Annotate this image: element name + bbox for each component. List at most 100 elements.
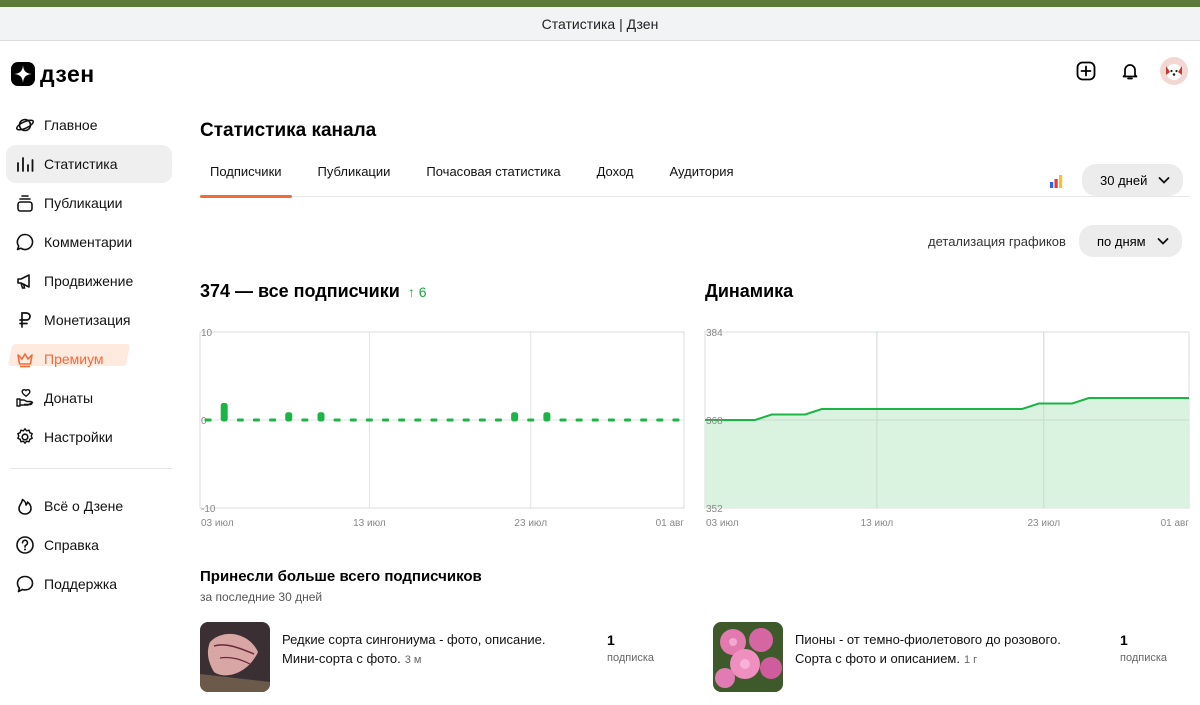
sidebar-item-premium[interactable]: Премиум <box>6 340 172 378</box>
bar <box>575 418 583 422</box>
sidebar-item-promotion[interactable]: Продвижение <box>6 262 172 300</box>
bar <box>446 418 454 422</box>
sidebar-item-label: Премиум <box>44 351 104 367</box>
bar <box>672 418 680 422</box>
bar <box>333 418 341 422</box>
sidebar-item-monetization[interactable]: Монетизация <box>6 301 172 339</box>
add-button[interactable] <box>1072 57 1100 85</box>
logo-text: дзен <box>40 61 95 87</box>
tab-audience[interactable]: Аудитория <box>660 156 744 197</box>
bar <box>414 418 422 422</box>
best-posts-title: Принесли больше всего подписчиков <box>200 568 482 585</box>
bar <box>656 418 664 422</box>
header-actions <box>1072 57 1188 85</box>
megaphone-icon <box>15 271 35 291</box>
sidebar-item-help[interactable]: Справка <box>6 526 172 564</box>
detail-select[interactable]: по дням <box>1079 225 1182 257</box>
sidebar: Главное Статистика Публикации Комментари… <box>0 106 180 604</box>
page-title: Статистика канала <box>200 120 377 141</box>
add-icon <box>1076 61 1096 81</box>
bar <box>269 418 277 422</box>
post-text-wrap: Редкие сорта сингониума - фото, описание… <box>282 630 582 692</box>
tab-income[interactable]: Доход <box>587 156 644 197</box>
period-value: 30 дней <box>1100 172 1148 188</box>
subscribers-chart-title: 374 — все подписчики ↑ 6 <box>200 281 427 302</box>
x-tick-label: 13 июл <box>353 518 386 529</box>
sidebar-item-label: Всё о Дзене <box>44 498 124 514</box>
sidebar-item-label: Поддержка <box>44 576 118 592</box>
x-tick-label: 01 авг <box>656 518 685 529</box>
stack-icon <box>15 193 35 213</box>
detail-label: детализация графиков <box>928 234 1066 249</box>
best-posts-subtitle: за последние 30 дней <box>200 590 323 604</box>
sidebar-item-support[interactable]: Поддержка <box>6 565 172 603</box>
sidebar-item-label: Монетизация <box>44 312 131 328</box>
bar <box>204 418 212 422</box>
bell-icon <box>1122 64 1138 80</box>
sidebar-item-label: Публикации <box>44 195 123 211</box>
post-title[interactable]: Пионы - от темно-фиолетового до розового… <box>795 632 1061 666</box>
bar <box>365 418 373 422</box>
tab-publications[interactable]: Публикации <box>308 156 401 197</box>
bar <box>349 418 357 422</box>
bar <box>301 418 309 422</box>
bar <box>527 418 535 422</box>
bar <box>236 418 244 422</box>
post-subscribers-label: подписка <box>607 652 655 664</box>
notifications-button[interactable] <box>1116 57 1144 85</box>
post-subscribers-count: 1 <box>1120 632 1128 648</box>
planet-icon <box>15 115 35 135</box>
sidebar-item-main[interactable]: Главное <box>6 106 172 144</box>
comment-icon <box>15 232 35 252</box>
bar <box>624 418 632 422</box>
dzen-star-icon <box>11 62 35 86</box>
post-thumbnail <box>713 622 783 692</box>
y-tick-label: -10 <box>201 504 216 515</box>
x-tick-label: 23 июл <box>514 518 547 529</box>
y-tick-label: 352 <box>706 504 723 515</box>
sidebar-item-label: Комментарии <box>44 234 133 250</box>
subscribers-total: 374 — все подписчики <box>200 281 400 301</box>
sidebar-item-comments[interactable]: Комментарии <box>6 223 172 261</box>
tab-subscribers[interactable]: Подписчики <box>200 156 292 198</box>
bar <box>317 412 325 422</box>
sidebar-item-settings[interactable]: Настройки <box>6 418 172 456</box>
sidebar-item-statistics[interactable]: Статистика <box>6 145 172 183</box>
avatar[interactable] <box>1160 57 1188 85</box>
bar <box>640 418 648 422</box>
sidebar-item-label: Настройки <box>44 429 113 445</box>
bar <box>285 412 293 422</box>
sidebar-item-publications[interactable]: Публикации <box>6 184 172 222</box>
x-tick-label: 03 июл <box>201 518 234 529</box>
window-title-bar: Статистика | Дзен <box>0 7 1200 41</box>
period-select[interactable]: 30 дней <box>1082 164 1184 196</box>
bar <box>462 418 470 422</box>
sidebar-item-label: Статистика <box>44 156 118 172</box>
post-stat: 1 подписка <box>1120 632 1167 664</box>
tab-hourly[interactable]: Почасовая статистика <box>416 156 570 197</box>
best-post-item[interactable]: Редкие сорта сингониума - фото, описание… <box>200 622 654 692</box>
dynamics-chart-title: Динамика <box>705 281 794 301</box>
sidebar-item-label: Справка <box>44 537 99 553</box>
crown-icon <box>15 349 35 369</box>
bar <box>559 418 567 422</box>
best-post-item[interactable]: Пионы - от темно-фиолетового до розового… <box>713 622 1167 692</box>
dynamics-area-chart: 384 368 352 03 июл 13 июл 23 июл 01 авг <box>704 328 1190 529</box>
site-header: дзен <box>0 42 1200 104</box>
bar <box>607 418 615 422</box>
post-text-wrap: Пионы - от темно-фиолетового до розового… <box>795 630 1095 692</box>
support-icon <box>15 574 35 594</box>
flame-icon <box>15 496 35 516</box>
sidebar-item-label: Главное <box>44 117 98 133</box>
chart-type-button[interactable] <box>1048 172 1068 192</box>
chevron-down-icon <box>1158 177 1170 184</box>
growth-indicator: ↑ 6 <box>407 284 427 300</box>
sidebar-item-about[interactable]: Всё о Дзене <box>6 487 172 525</box>
y-tick-label: 384 <box>706 328 723 339</box>
dzen-logo[interactable]: дзен <box>11 62 95 86</box>
x-tick-label: 13 июл <box>861 518 894 529</box>
x-tick-label: 03 июл <box>706 518 739 529</box>
bar <box>543 412 551 422</box>
detail-value: по дням <box>1097 233 1146 249</box>
sidebar-item-donations[interactable]: Донаты <box>6 379 172 417</box>
